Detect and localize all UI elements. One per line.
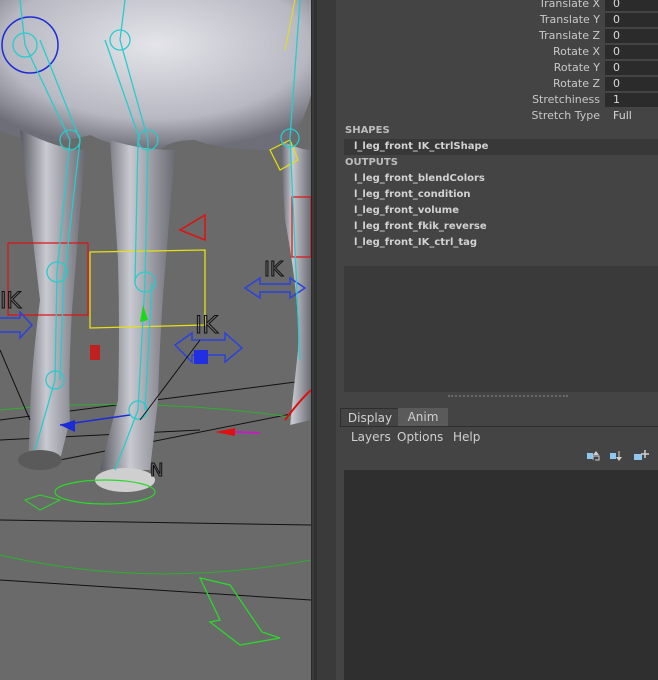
output-node-item[interactable]: l_leg_front_fkik_reverse [344,219,658,235]
move-layer-down-icon[interactable] [607,448,625,464]
channel-value-field[interactable]: 0 [605,45,658,59]
channel-row[interactable]: Stretch Type Full [336,108,658,124]
channel-label: Rotate X [552,45,600,58]
splitter-handle[interactable] [314,0,317,680]
panel-splitter[interactable] [311,0,336,680]
ik-label-left: IK [0,289,21,314]
channel-label: Translate Z [539,29,600,42]
output-node-item[interactable]: l_leg_front_volume [344,203,658,219]
channel-row[interactable]: Translate Z 0 [336,28,658,44]
layer-list[interactable] [344,470,658,680]
channel-value-field[interactable]: 0 [605,61,658,75]
channel-label: Translate X [539,0,600,10]
menu-layers[interactable]: Layers [351,428,391,446]
channel-label: Translate Y [539,13,600,26]
ik-label-right: IK [264,257,284,281]
channel-value-field[interactable]: Full [605,109,658,123]
channel-value-field[interactable]: 0 [605,77,658,91]
channel-row[interactable]: Stretchiness 1 [336,92,658,108]
channel-value-field[interactable]: 1 [605,93,658,107]
tab-display[interactable]: Display [340,408,400,427]
tab-divider [340,426,658,427]
channel-label: Stretchiness [532,93,600,106]
ik-label-low: N [150,460,163,481]
ik-label-mid: IK [195,311,219,339]
layer-editor: Display Anim Layers Options Help [336,408,658,680]
menu-options[interactable]: Options [397,428,443,446]
output-node-item[interactable]: l_leg_front_blendColors [344,171,658,187]
menu-help[interactable]: Help [453,428,480,446]
channel-value-field[interactable]: 0 [605,0,658,11]
layer-editor-resize-handle[interactable] [448,395,568,401]
new-layer-icon[interactable] [632,448,650,464]
output-node-item[interactable]: l_leg_front_IK_ctrl_tag [344,235,658,251]
channel-row[interactable]: Rotate Z 0 [336,76,658,92]
channel-row[interactable]: Translate X 0 [336,0,658,12]
outputs-header: OUTPUTS [345,157,398,168]
channel-label: Rotate Z [552,77,600,90]
channel-value-field[interactable]: 0 [605,13,658,27]
tab-anim[interactable]: Anim [398,408,448,426]
shapes-header: SHAPES [345,125,390,136]
channel-value-field[interactable]: 0 [605,29,658,43]
viewport-scene: IK IK IK N [0,0,311,680]
channel-label: Stretch Type [531,109,600,122]
viewport-3d[interactable]: IK IK IK N [0,0,311,680]
shape-node-item[interactable]: l_leg_front_IK_ctrlShape [344,139,658,155]
channel-box-empty-area [344,266,658,392]
channel-label: Rotate Y [553,61,600,74]
move-layer-up-icon[interactable] [584,448,602,464]
channel-row[interactable]: Translate Y 0 [336,12,658,28]
channel-box-panel: Translate X 0 Translate Y 0 Translate Z 0 Rota… [336,0,658,680]
channel-row[interactable]: Rotate Y 0 [336,60,658,76]
output-node-item[interactable]: l_leg_front_condition [344,187,658,203]
channel-row[interactable]: Rotate X 0 [336,44,658,60]
